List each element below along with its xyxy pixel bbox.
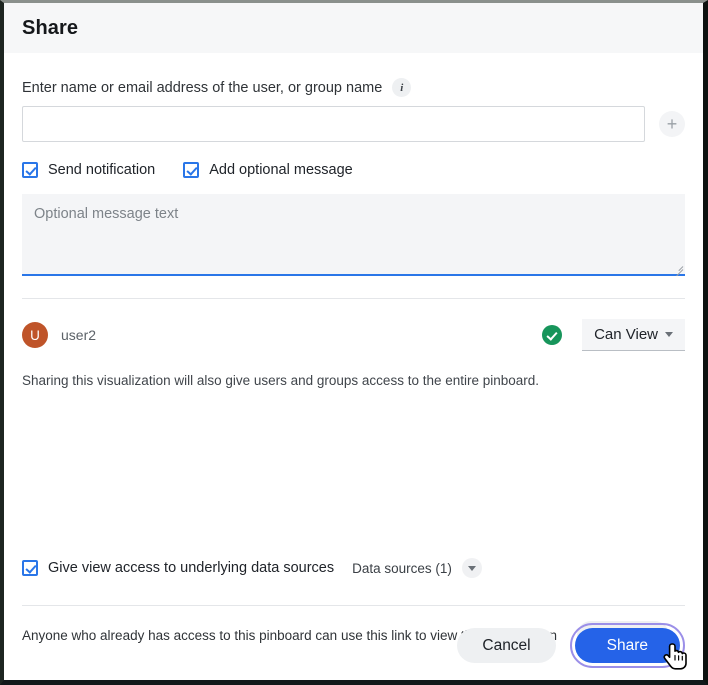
checkbox-box xyxy=(22,560,38,576)
divider xyxy=(22,605,685,606)
dialog-body: Enter name or email address of the user,… xyxy=(4,53,703,680)
permission-dropdown[interactable]: Can View xyxy=(582,319,685,351)
optional-message-wrap xyxy=(22,194,685,277)
send-notification-label: Send notification xyxy=(48,162,156,178)
share-button[interactable]: Share xyxy=(574,628,680,663)
recipient-label: Enter name or email address of the user,… xyxy=(22,79,383,96)
permission-value: Can View xyxy=(594,326,658,343)
data-sources-checkbox[interactable]: Give view access to underlying data sour… xyxy=(22,560,334,576)
dialog-header: Share xyxy=(4,3,703,53)
check-circle-icon xyxy=(542,325,563,345)
info-icon[interactable]: i xyxy=(392,78,412,97)
optional-message-textarea[interactable] xyxy=(22,194,685,276)
data-sources-summary: Data sources (1) xyxy=(352,560,452,576)
cancel-button[interactable]: Cancel xyxy=(457,628,556,663)
checkbox-box xyxy=(22,162,38,178)
data-sources-expand-button[interactable] xyxy=(461,558,482,578)
data-sources-row: Give view access to underlying data sour… xyxy=(22,558,685,578)
recipient-input[interactable] xyxy=(22,106,645,142)
share-dialog: Share Enter name or email address of the… xyxy=(4,3,703,680)
sharing-notice: Sharing this visualization will also giv… xyxy=(22,373,540,388)
shared-user-name: user2 xyxy=(61,327,97,343)
add-optional-message-checkbox[interactable]: Add optional message xyxy=(183,162,353,178)
plus-icon[interactable]: + xyxy=(659,111,685,137)
avatar: U xyxy=(22,322,48,348)
add-optional-message-label: Add optional message xyxy=(209,162,353,178)
share-button-focus-ring: Share xyxy=(569,623,685,668)
shared-user-row: U user2 Can View xyxy=(22,319,685,351)
checkbox-box xyxy=(183,162,200,178)
recipient-input-row: + xyxy=(22,106,685,142)
chevron-down-icon xyxy=(467,565,476,571)
chevron-down-icon xyxy=(665,332,673,337)
dialog-footer: Cancel Share xyxy=(457,623,685,668)
divider xyxy=(22,298,685,299)
send-notification-checkbox[interactable]: Send notification xyxy=(22,162,155,178)
options-row: Send notification Add optional message xyxy=(22,162,685,178)
window-frame: Share Enter name or email address of the… xyxy=(0,0,708,685)
data-sources-checkbox-label: Give view access to underlying data sour… xyxy=(48,560,335,576)
dialog-title: Share xyxy=(22,16,79,39)
recipient-label-row: Enter name or email address of the user,… xyxy=(22,78,685,97)
